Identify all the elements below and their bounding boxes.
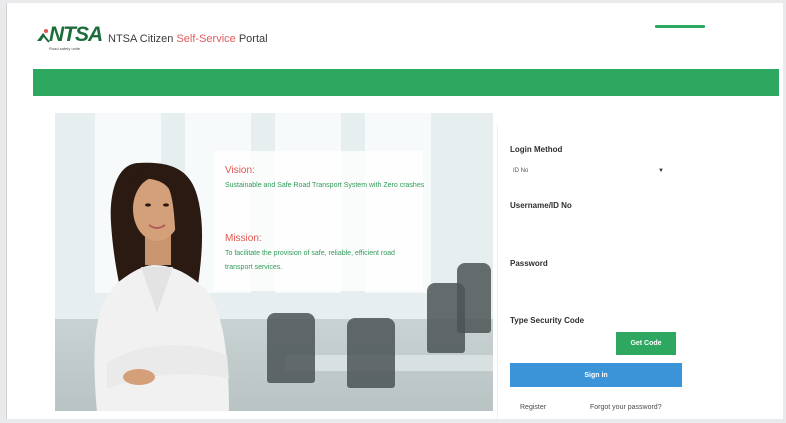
password-label: Password [510, 259, 548, 268]
office-chair [457, 263, 491, 333]
title-prefix: NTSA Citizen [108, 33, 177, 45]
password-input[interactable] [510, 275, 684, 293]
login-panel: Login Method ID No ▼ Username/ID No Pass… [497, 125, 696, 419]
portal-title: NTSA Citizen Self-Service Portal [108, 33, 268, 45]
ntsa-logo[interactable]: NTSA Road safety unite [35, 23, 107, 57]
logo-tagline: Road safety unite [49, 46, 81, 51]
security-code-label: Type Security Code [510, 316, 585, 325]
title-suffix: Portal [235, 33, 268, 45]
hero-banner: Vision: Sustainable and Safe Road Transp… [55, 113, 493, 411]
woman-photo [94, 162, 229, 411]
office-chair [347, 318, 395, 388]
login-method-label: Login Method [510, 145, 563, 154]
title-accent: Self-Service [176, 33, 236, 45]
security-code-input[interactable] [510, 335, 614, 353]
menu-bar-icon[interactable] [655, 25, 705, 28]
dropdown-caret-icon: ▼ [658, 168, 664, 174]
username-label: Username/ID No [510, 201, 572, 210]
username-input[interactable] [510, 217, 684, 235]
login-method-value: ID No [513, 168, 529, 174]
get-code-button[interactable]: Get Code [616, 332, 676, 355]
logo-text: NTSA [49, 23, 103, 46]
register-link[interactable]: Register [520, 404, 546, 411]
navigation-band [33, 69, 779, 96]
login-method-select[interactable]: ID No ▼ [510, 165, 670, 179]
office-chair [267, 313, 315, 383]
forgot-password-link[interactable]: Forgot your password? [590, 404, 662, 411]
page: NTSA Road safety unite NTSA Citizen Self… [6, 3, 783, 419]
sign-in-button[interactable]: Sign in [510, 363, 682, 387]
